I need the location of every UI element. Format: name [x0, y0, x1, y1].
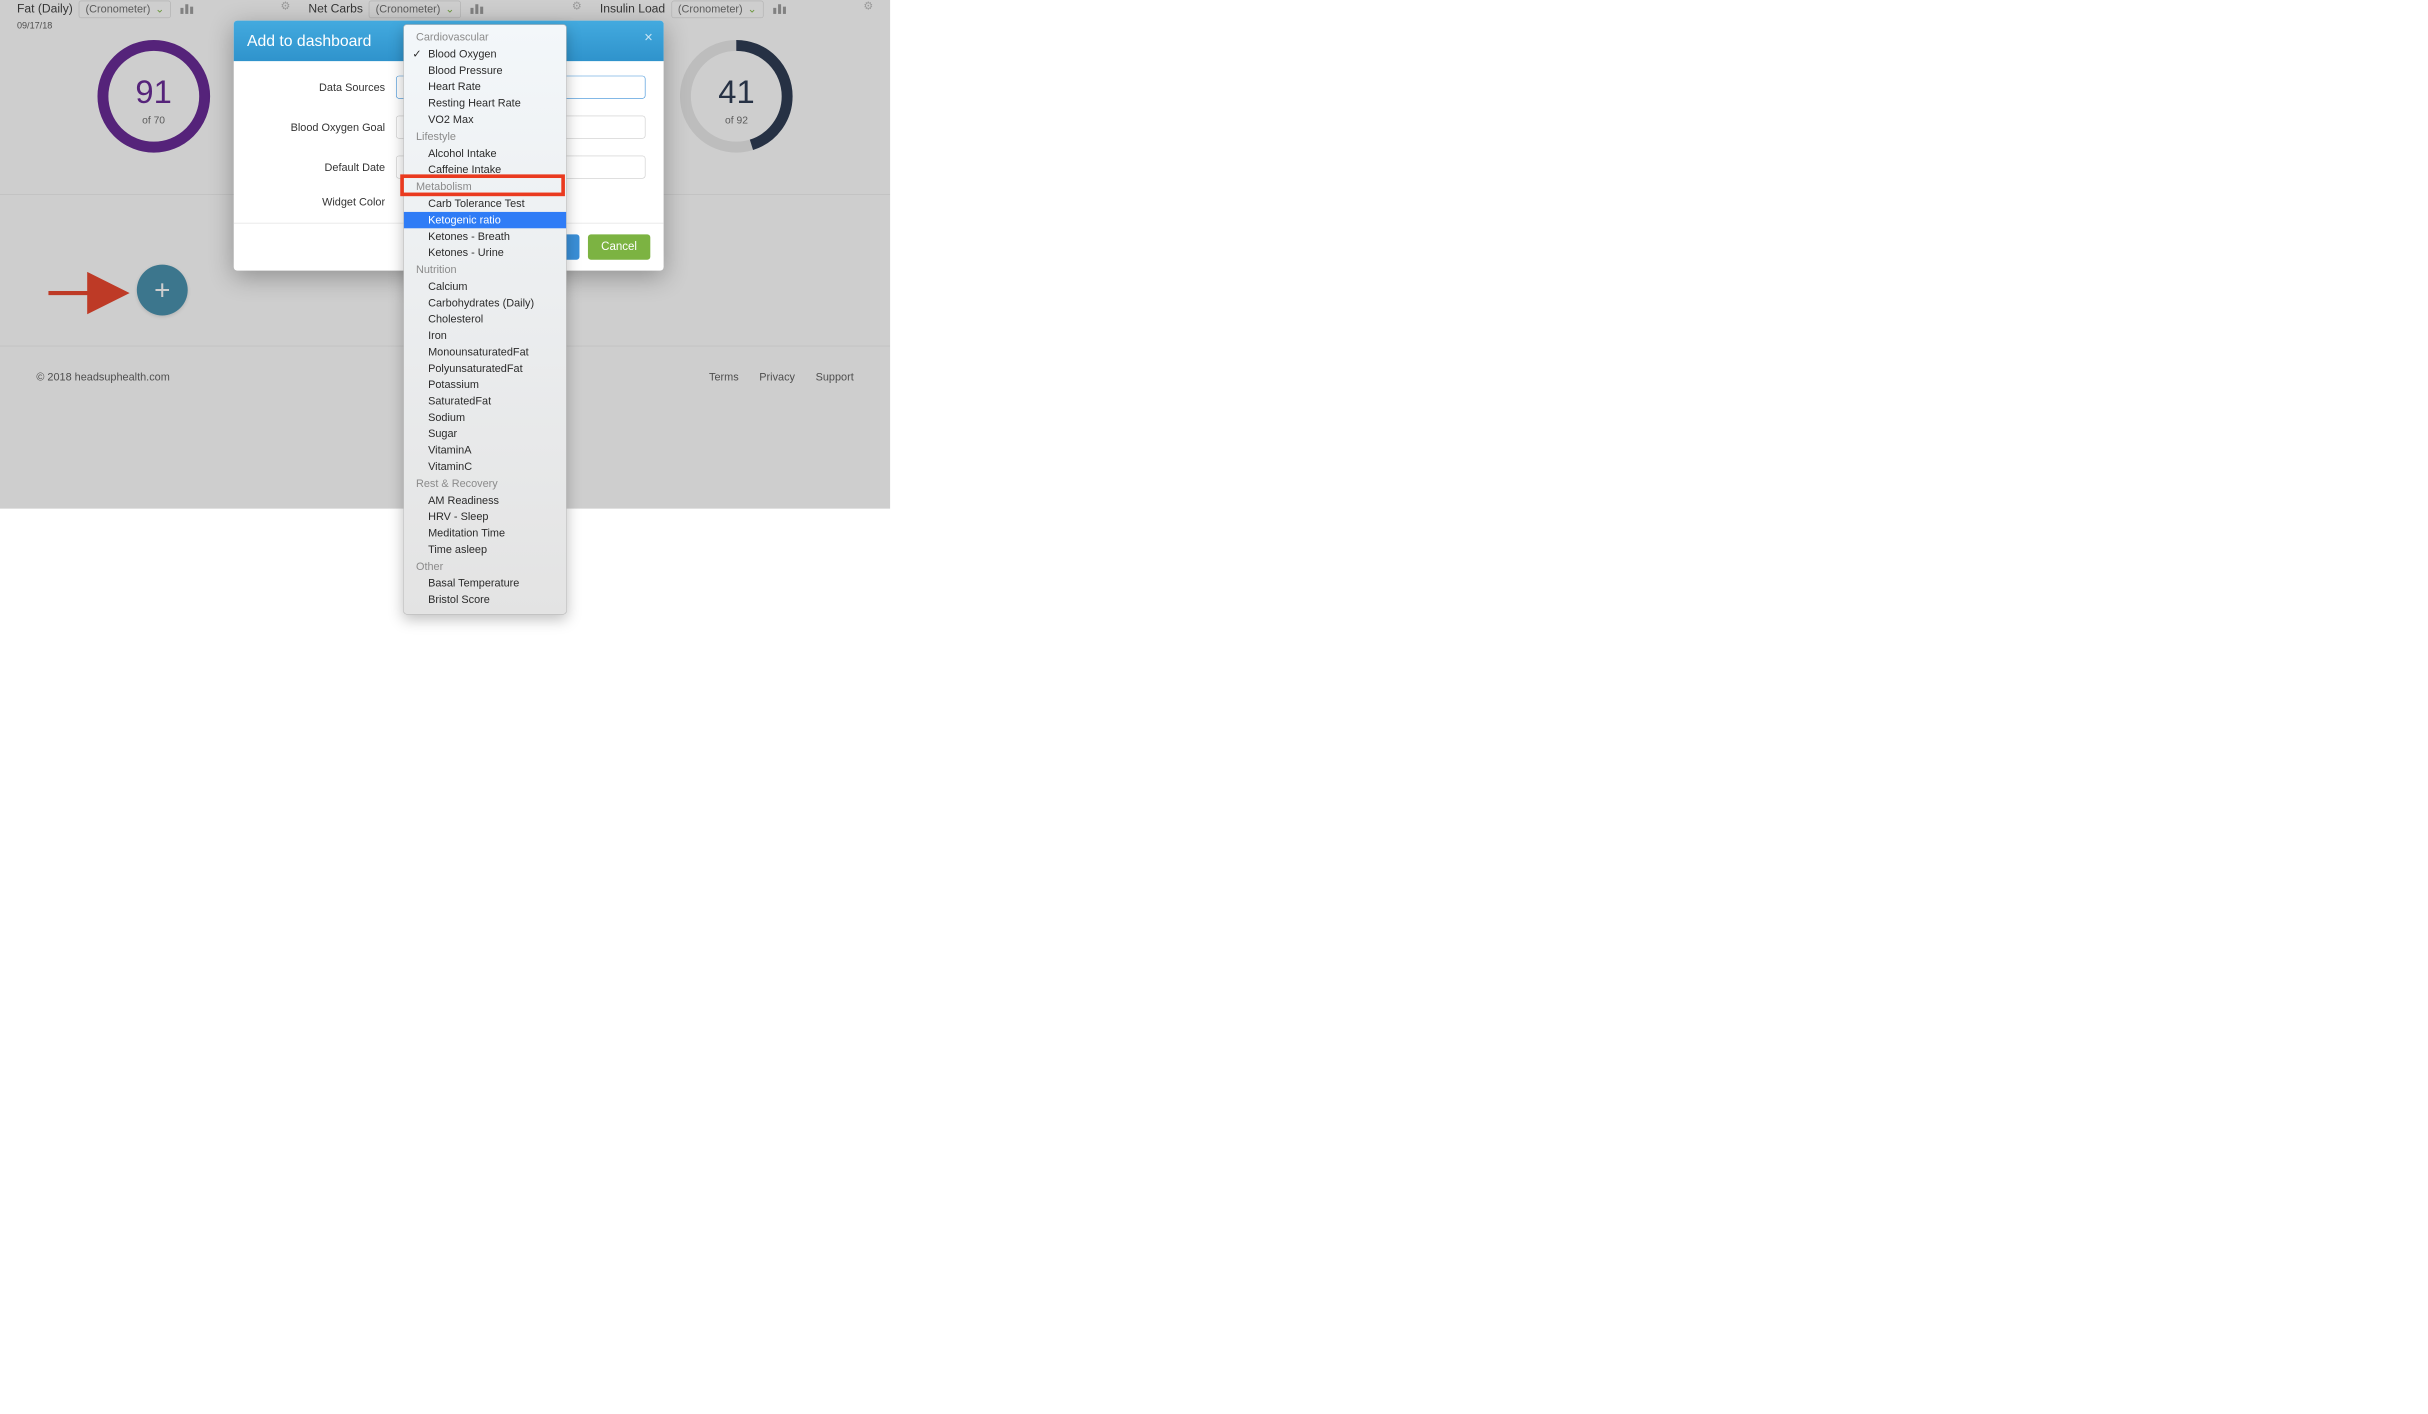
dropdown-item[interactable]: VitaminA: [404, 442, 566, 458]
label-default-date: Default Date: [252, 161, 385, 174]
dropdown-group: Nutrition: [404, 261, 566, 279]
dropdown-item[interactable]: HRV - Sleep: [404, 509, 566, 525]
label-widget-color: Widget Color: [252, 196, 385, 209]
dropdown-item[interactable]: Time asleep: [404, 541, 566, 557]
dropdown-item[interactable]: Ketones - Urine: [404, 245, 566, 261]
cancel-button[interactable]: Cancel: [588, 234, 650, 259]
dropdown-item[interactable]: Carbohydrates (Daily): [404, 295, 566, 311]
dropdown-group: Metabolism: [404, 178, 566, 196]
dropdown-item[interactable]: VitaminC: [404, 458, 566, 474]
close-icon[interactable]: ×: [644, 29, 652, 46]
dropdown-item[interactable]: Potassium: [404, 377, 566, 393]
dropdown-item[interactable]: Resting Heart Rate: [404, 95, 566, 111]
dropdown-item[interactable]: Bristol Score: [404, 592, 566, 608]
dropdown-item[interactable]: Sugar: [404, 426, 566, 442]
dropdown-group: Cardiovascular: [404, 28, 566, 46]
dropdown-item[interactable]: Blood Pressure: [404, 62, 566, 78]
label-data-sources: Data Sources: [252, 81, 385, 94]
dashboard-page: Fat (Daily) (Cronometer) ⌄ ⚙ 09/17/18 91…: [0, 0, 890, 509]
dropdown-item[interactable]: Sodium: [404, 409, 566, 425]
dropdown-item[interactable]: Basal Temperature: [404, 575, 566, 591]
dropdown-item[interactable]: PolyunsaturatedFat: [404, 360, 566, 376]
modal-title: Add to dashboard: [247, 31, 371, 49]
dropdown-item[interactable]: Alcohol Intake: [404, 145, 566, 161]
dropdown-group: Other: [404, 558, 566, 576]
dropdown-item[interactable]: Carb Tolerance Test: [404, 196, 566, 212]
dropdown-item[interactable]: Ketones - Breath: [404, 228, 566, 244]
label-goal: Blood Oxygen Goal: [252, 121, 385, 134]
data-sources-dropdown[interactable]: CardiovascularBlood OxygenBlood Pressure…: [403, 24, 566, 614]
dropdown-item[interactable]: Blood Oxygen: [404, 46, 566, 62]
dropdown-item[interactable]: Iron: [404, 328, 566, 344]
dropdown-item[interactable]: AM Readiness: [404, 492, 566, 508]
dropdown-item[interactable]: Ketogenic ratio: [404, 212, 566, 228]
dropdown-item[interactable]: SaturatedFat: [404, 393, 566, 409]
dropdown-item[interactable]: Caffeine Intake: [404, 162, 566, 178]
dropdown-item[interactable]: MonounsaturatedFat: [404, 344, 566, 360]
dropdown-group: Rest & Recovery: [404, 475, 566, 493]
dropdown-group: Lifestyle: [404, 128, 566, 146]
dropdown-item[interactable]: Cholesterol: [404, 311, 566, 327]
dropdown-item[interactable]: Calcium: [404, 279, 566, 295]
dropdown-item[interactable]: VO2 Max: [404, 111, 566, 127]
dropdown-item[interactable]: Heart Rate: [404, 79, 566, 95]
dropdown-item[interactable]: Meditation Time: [404, 525, 566, 541]
